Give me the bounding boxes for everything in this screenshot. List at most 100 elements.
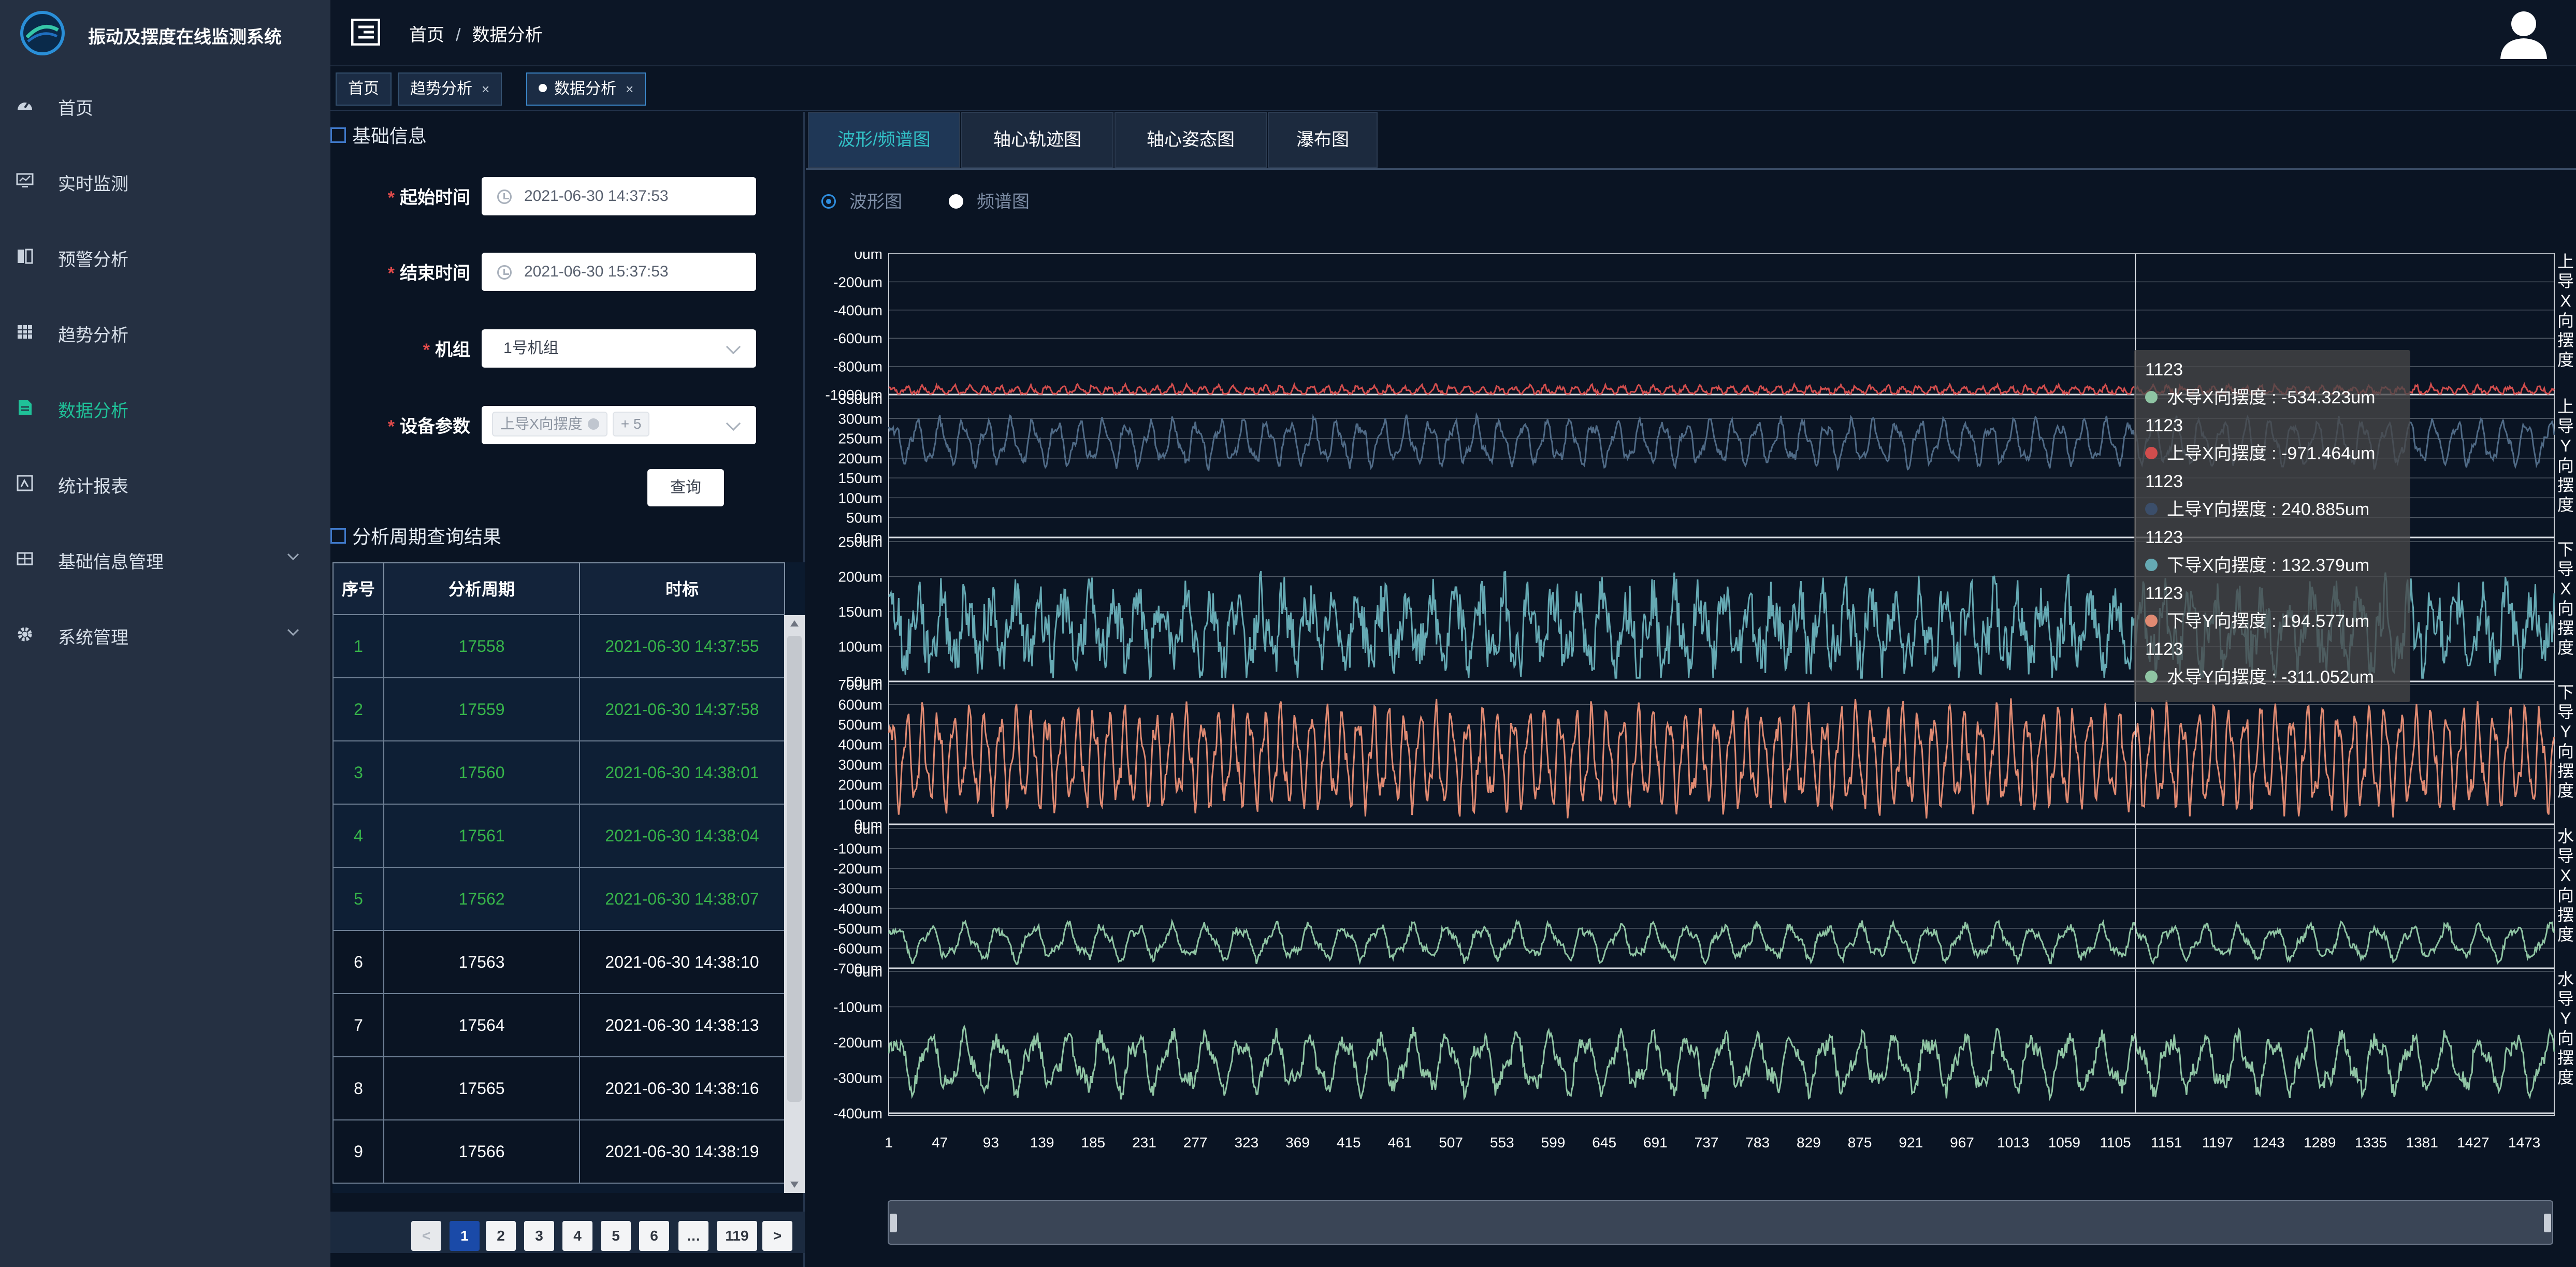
sidebar-item-realtime[interactable]: 实时监测 [0,142,330,219]
sidebar-item-basic-info[interactable]: 基础信息管理 [0,520,330,596]
tab-waveform-spectrum[interactable]: 波形/频谱图 [808,112,960,168]
query-button[interactable]: 查询 [647,469,724,506]
clock-icon [497,265,512,280]
sidebar-item-report[interactable]: 统计报表 [0,444,330,521]
tags-view: 首页 趋势分析 × 数据分析 × [330,67,2576,111]
cell-period: 17562 [383,867,580,931]
slider-handle-right[interactable] [2544,1214,2551,1232]
y-tick-label: 100um [838,796,882,812]
series-name-char: 度 [2557,351,2574,369]
next-page-button[interactable]: > [762,1221,792,1251]
tag-label: 首页 [348,80,379,97]
start-time-input[interactable]: 2021-06-30 14:37:53 [482,177,756,215]
user-avatar-icon[interactable] [2496,5,2551,60]
gear-icon [18,627,32,642]
breadcrumb-home[interactable]: 首页 [409,25,444,45]
datazoom-slider[interactable] [888,1200,2553,1245]
page-button[interactable]: … [678,1221,708,1251]
tab-orbit[interactable]: 轴心轨迹图 [961,112,1113,168]
cell-time: 2021-06-30 14:38:13 [579,993,785,1057]
chevron-down-icon [726,416,741,431]
x-tick-label: 185 [1081,1134,1105,1151]
breadcrumb-current: 数据分析 [472,25,543,45]
prev-page-button[interactable]: < [411,1221,441,1251]
unit-select[interactable]: 1号机组 [482,329,756,368]
x-tick-label: 691 [1643,1134,1668,1151]
y-tick-label: 0um [855,821,882,837]
cell-no: 5 [332,867,384,931]
x-tick-label: 1197 [2202,1134,2233,1151]
cell-time: 2021-06-30 14:37:55 [579,614,785,678]
y-tick-label: 250um [838,534,882,550]
tag-data-analysis[interactable]: 数据分析 × [526,72,646,106]
y-tick-label: -200um [833,1035,882,1051]
page-button[interactable]: 5 [601,1221,631,1251]
param-multiselect[interactable]: 上导X向摆度 + 5 [482,406,756,444]
series-dot-icon [2145,447,2158,460]
slider-handle-left[interactable] [890,1214,897,1232]
tab-waterfall[interactable]: 瀑布图 [1268,112,1378,168]
tab-attitude[interactable]: 轴心姿态图 [1115,112,1267,168]
sidebar-item-label: 实时监测 [58,174,128,194]
monitor-icon [16,173,34,187]
close-icon[interactable]: × [626,81,633,97]
start-time-label: * 起始时间 [387,188,470,208]
end-time-input[interactable]: 2021-06-30 15:37:53 [482,253,756,291]
chart-panel: 波形/频谱图 轴心轨迹图 轴心姿态图 瀑布图 波形图 频谱图 0um -200um… [806,112,2576,1267]
y-tick-label: 700um [838,677,882,693]
sidebar-item-label: 趋势分析 [58,326,128,345]
sidebar-item-data-analysis[interactable]: 数据分析 [0,369,330,445]
menu-fold-icon[interactable] [351,19,380,46]
tag-home[interactable]: 首页 [336,72,392,106]
page-button[interactable]: 2 [486,1221,516,1251]
y-tick-label: 250um [838,431,882,447]
page-button[interactable]: 3 [524,1221,554,1251]
x-tick-label: 553 [1490,1134,1514,1151]
column-header: 序号 [332,562,384,615]
tooltip-row: 上导Y向摆度 : 240.885um [2145,494,2399,525]
radio-waveform[interactable]: 波形图 [821,187,902,213]
y-tick-label: -400um [833,1105,882,1122]
x-tick-label: 1381 [2406,1134,2438,1151]
sidebar-item-label: 系统管理 [58,628,128,648]
y-tick-label: 200um [838,450,882,467]
clock-icon [497,190,512,204]
x-tick-label: 1013 [1997,1134,2029,1151]
tooltip-index: 1123 [2145,584,2183,603]
x-tick-label: 1105 [2100,1134,2131,1151]
page-button[interactable]: 4 [562,1221,592,1251]
x-tick-label: 829 [1797,1134,1821,1151]
tooltip-row: 上导X向摆度 : -971.464um [2145,438,2399,469]
page-button[interactable]: 119 [717,1221,757,1251]
param-more-chip: + 5 [612,412,650,437]
y-tick-label: -100um [833,999,882,1015]
page-button[interactable]: 6 [639,1221,669,1251]
sidebar-item-warning[interactable]: 预警分析 [0,217,330,294]
x-tick-label: 323 [1234,1134,1258,1151]
sidebar-item-trend[interactable]: 趋势分析 [0,293,330,370]
x-tick-label: 599 [1541,1134,1566,1151]
tag-trend[interactable]: 趋势分析 × [398,72,502,106]
tag-label: 数据分析 [554,80,616,97]
x-tick-label: 783 [1745,1134,1770,1151]
chip-close-icon[interactable] [587,418,599,430]
chevron-down-icon [726,339,741,355]
series-name-char: 向 [2557,456,2574,475]
close-icon[interactable]: × [482,81,489,97]
sidebar-item-home[interactable]: 首页 [0,66,330,143]
document-icon [19,400,32,415]
page-button[interactable]: 1 [450,1221,480,1251]
table-scrollbar[interactable] [784,615,805,1193]
y-tick-label: 600um [838,697,882,713]
cell-time: 2021-06-30 14:38:10 [579,930,785,994]
sidebar-item-label: 预警分析 [58,250,128,270]
tooltip-row: 水导X向摆度 : -534.323um [2145,382,2399,413]
sidebar-item-system[interactable]: 系统管理 [0,595,330,672]
x-tick-label: 1059 [2048,1134,2080,1151]
x-tick-label: 139 [1030,1134,1054,1151]
x-tick-label: 645 [1592,1134,1616,1151]
x-tick-label: 921 [1899,1134,1923,1151]
param-label: * 设备参数 [387,417,470,436]
top-header: 首页 / 数据分析 [330,0,2576,66]
radio-spectrum[interactable]: 频谱图 [949,187,1030,213]
